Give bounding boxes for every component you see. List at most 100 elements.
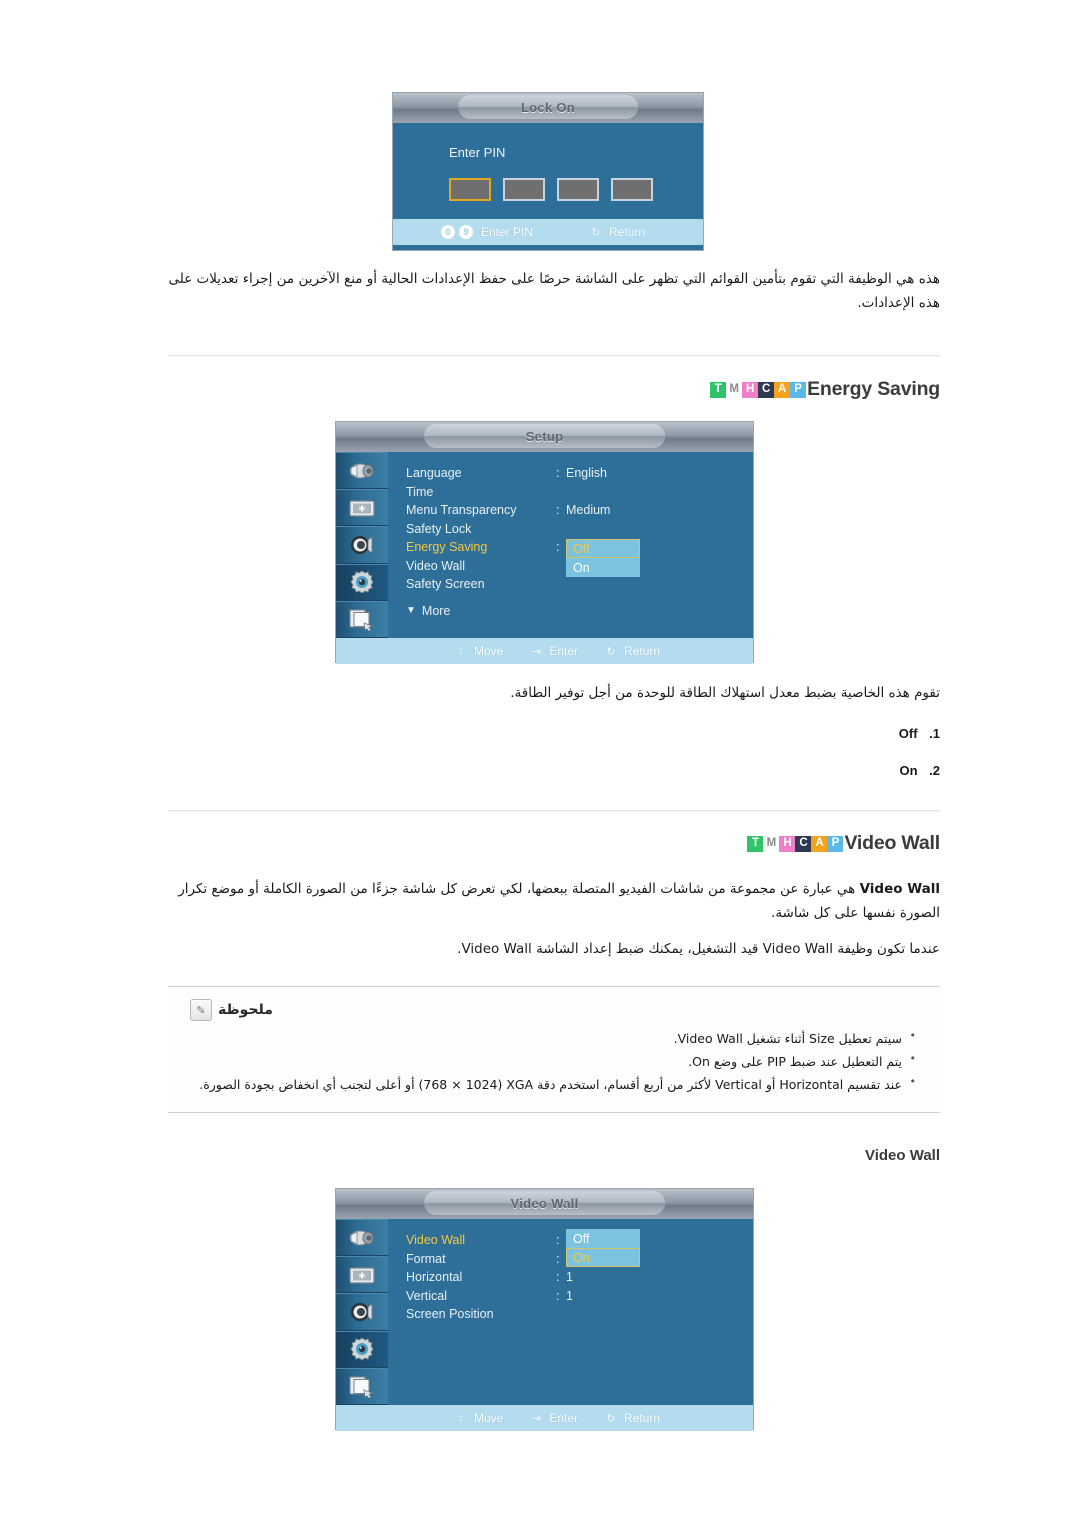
menu-row-safety-lock[interactable]: Safety Lock (388, 520, 753, 539)
badge-M: M (763, 835, 780, 852)
setup-osd-footer: ↕ Move ⇥ Enter ↻ Return (336, 638, 753, 664)
note-item: عند تقسيم Horizontal أو Vertical لأكثر م… (190, 1072, 918, 1096)
note-box: ملحوظة ✎ سيتم تعطيل Size أثناء تشغيل Vid… (168, 986, 940, 1114)
badge-H: H (742, 381, 759, 398)
badge-C: C (795, 835, 812, 852)
menu-row-time[interactable]: Time (388, 483, 753, 502)
dropdown-option-off[interactable]: Off (566, 539, 640, 558)
video-wall-paragraph-1: Video Wall هي عبارة عن مجموعة من شاشات ا… (168, 878, 940, 925)
video-wall-osd-footer: ↕ Move ⇥ Enter ↻ Return (336, 1405, 753, 1431)
divider-2 (168, 810, 940, 812)
footer-enter-pin-label: Enter PIN (481, 225, 534, 239)
menu-label-video-wall: Video Wall (406, 1233, 466, 1248)
pin-box-3[interactable] (557, 178, 599, 201)
multi-control-icon (349, 609, 373, 632)
badge-A: A (774, 381, 791, 398)
energy-saving-heading: T M H C A P Energy Saving (168, 378, 940, 401)
menu-colon-format: : (556, 1251, 560, 1266)
return-arrow-icon: ↻ (606, 645, 616, 658)
footer-enter-label: Enter (549, 644, 579, 658)
energy-saving-dropdown[interactable]: Off On (566, 539, 640, 577)
menu-value-menu-transparency: Medium (566, 503, 611, 518)
dropdown-option-off[interactable]: Off (566, 1229, 640, 1248)
rail-item-setup[interactable] (336, 1330, 388, 1368)
enter-pin-label: Enter PIN (449, 145, 506, 160)
setup-icon-rail (336, 452, 388, 639)
option-2-number: .2 (929, 763, 940, 778)
option-1-label: Off (898, 726, 918, 741)
rail-item-setup[interactable] (336, 563, 388, 601)
menu-label-more: More (421, 603, 451, 618)
setup-osd-screenshot: Setup Language: English Time Menu Trans… (335, 421, 754, 664)
menu-row-screen-position[interactable]: Screen Position (388, 1305, 753, 1324)
menu-row-horizontal[interactable]: Horizontal : 1 (388, 1268, 753, 1287)
menu-label-video-wall: Video Wall (406, 558, 466, 573)
setup-title-pill: Setup (423, 424, 666, 448)
energy-saving-options: Off .1 On .2 (168, 726, 940, 800)
rail-item-sound[interactable] (336, 526, 388, 564)
rail-item-sound[interactable] (336, 1293, 388, 1331)
digit-0-badge: 0 (441, 225, 455, 239)
video-wall-osd-title: Video Wall (510, 1195, 579, 1211)
input-source-icon (349, 1230, 374, 1246)
energy-saving-title: Energy Saving (807, 378, 940, 400)
footer-return-label: Return (609, 225, 646, 239)
note-items: سيتم تعطيل Size أثناء تشغيل Video Wall. … (190, 1026, 918, 1096)
menu-label-safety-screen: Safety Screen (406, 577, 485, 592)
pin-box-1[interactable] (449, 178, 491, 201)
menu-row-safety-screen[interactable]: Safety Screen (388, 575, 753, 594)
rail-item-input-source[interactable] (336, 1219, 388, 1257)
menu-row-more[interactable]: ▼ More (388, 601, 753, 621)
up-down-arrow-icon: ↕ (458, 1412, 464, 1424)
lock-on-osd-screenshot: Lock On Enter PIN 0 9 Enter PIN ↻ Return (392, 92, 704, 251)
pin-box-4[interactable] (611, 178, 653, 201)
video-wall-dropdown[interactable]: Off On (566, 1229, 640, 1267)
menu-colon-vertical: : (556, 1288, 560, 1303)
note-pencil-icon: ✎ (190, 999, 212, 1021)
video-wall-paragraph-1-term: Video Wall (859, 881, 940, 897)
footer-move-label: Move (474, 1411, 504, 1425)
rail-item-multi-control[interactable] (336, 600, 388, 639)
video-wall-sub-heading: Video Wall (864, 1147, 940, 1164)
note-item: سيتم تعطيل Size أثناء تشغيل Video Wall. (190, 1026, 918, 1050)
sound-icon (351, 536, 373, 554)
footer-enter-label: Enter (549, 1411, 579, 1425)
caret-down-icon: ▼ (406, 605, 416, 616)
note-item: يتم التعطيل عند ضبط PIP على وضع On. (190, 1049, 918, 1073)
menu-label-energy-saving: Energy Saving (406, 540, 488, 555)
up-down-arrow-icon: ↕ (458, 645, 464, 657)
video-wall-title-pill: Video Wall (423, 1191, 666, 1215)
return-arrow-icon: ↻ (606, 1412, 616, 1425)
video-wall-title-bar: Video Wall (336, 1189, 753, 1219)
rail-item-multi-control[interactable] (336, 1367, 388, 1406)
menu-value-horizontal: 1 (566, 1270, 573, 1285)
dropdown-option-on[interactable]: On (566, 1248, 640, 1267)
enter-arrow-icon: ⇥ (531, 645, 541, 658)
menu-colon-menu-transparency: : (556, 503, 560, 518)
rail-item-picture[interactable] (336, 1256, 388, 1294)
pin-entry-row[interactable] (393, 178, 703, 201)
menu-row-language[interactable]: Language : English (388, 464, 753, 483)
video-wall-icon-rail (336, 1219, 388, 1406)
video-wall-menu-list: Video Wall : Format : Horizontal : 1 Ver… (388, 1219, 753, 1405)
tmhcap-badges-video-wall: T M H C A P (747, 835, 844, 852)
menu-row-vertical[interactable]: Vertical : 1 (388, 1287, 753, 1306)
menu-value-vertical: 1 (566, 1288, 573, 1303)
footer-return-video-wall: ↻ Return (604, 1411, 660, 1425)
pin-box-2[interactable] (503, 178, 545, 201)
menu-row-menu-transparency[interactable]: Menu Transparency : Medium (388, 501, 753, 520)
lock-on-body: Enter PIN (393, 123, 703, 219)
footer-move: ↕ Move (454, 644, 503, 658)
rail-item-input-source[interactable] (336, 452, 388, 490)
footer-enter: ⇥ Enter (529, 644, 578, 658)
dropdown-option-on[interactable]: On (566, 558, 640, 577)
rail-item-picture[interactable] (336, 489, 388, 527)
video-wall-paragraph-1-text: هي عبارة عن مجموعة من شاشات الفيديو المت… (178, 881, 940, 921)
menu-label-vertical: Vertical (406, 1288, 447, 1303)
badge-M: M (726, 381, 743, 398)
video-wall-osd-screenshot: Video Wall Video Wall: Format: Horizon… (335, 1188, 754, 1431)
lock-on-title-pill: Lock On (458, 95, 638, 119)
menu-label-format: Format (406, 1251, 446, 1266)
menu-value-language: English (566, 466, 607, 481)
setup-title-bar: Setup (336, 422, 753, 452)
